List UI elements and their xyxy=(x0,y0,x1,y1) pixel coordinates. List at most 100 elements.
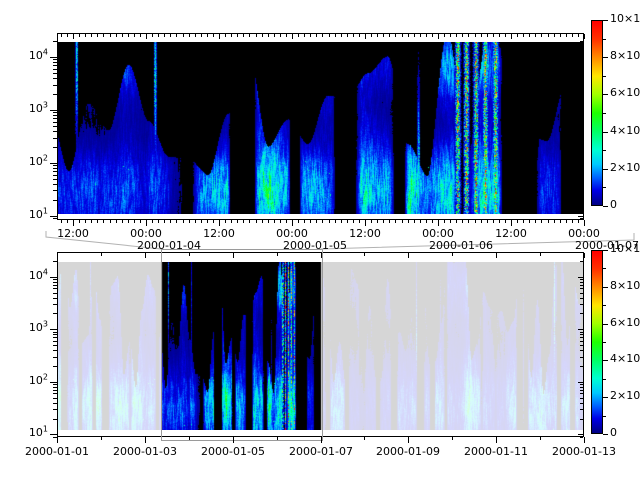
detail-x-minor-tick-top xyxy=(523,34,524,37)
context-y-minor-tick xyxy=(53,332,57,333)
detail-x-minor-tick xyxy=(535,220,536,223)
context-y-minor-tick xyxy=(53,437,57,438)
detail-y-minor-tick xyxy=(53,69,57,70)
detail-y-minor-tick xyxy=(53,59,57,60)
detail-y-minor-tick xyxy=(53,78,57,79)
context-y-minor-tick xyxy=(53,298,57,299)
detail-x-minor-tick xyxy=(158,220,159,223)
context-y-minor-tick-right xyxy=(580,332,583,333)
detail-x-minor-tick-top xyxy=(395,34,396,37)
detail-x-minor-tick-top xyxy=(359,34,360,37)
detail-x-minor-tick xyxy=(97,220,98,223)
detail-x-minor-tick xyxy=(523,220,524,223)
detail-x-minor-tick-top xyxy=(97,34,98,37)
context-y-minor-tick xyxy=(53,419,57,420)
detail-y-major-tick xyxy=(50,216,57,217)
context-x-major-tick-top xyxy=(145,253,146,258)
context-y-minor-tick-right xyxy=(580,285,583,286)
detail-x-minor-tick xyxy=(286,220,287,223)
detail-x-minor-tick-top xyxy=(237,34,238,37)
context-x-major-tick xyxy=(408,437,409,443)
detail-y-minor-tick xyxy=(53,94,57,95)
detail-x-minor-tick-top xyxy=(432,34,433,37)
detail-y-minor-tick xyxy=(53,171,57,172)
context-y-minor-tick-right xyxy=(580,409,583,410)
detail-colorbar-tick-label: 6×107 xyxy=(610,86,640,99)
detail-x-minor-tick xyxy=(176,220,177,223)
context-colorbar-minor-tick xyxy=(603,379,606,380)
context-y-minor-tick-right xyxy=(580,313,583,314)
detail-x-minor-tick-top xyxy=(183,34,184,37)
context-y-minor-tick-right xyxy=(580,282,583,283)
detail-x-minor-tick-top xyxy=(535,34,536,37)
detail-y-minor-tick xyxy=(53,168,57,169)
detail-y-minor-tick-right xyxy=(580,184,583,185)
detail-x-minor-tick xyxy=(383,220,384,223)
detail-y-minor-tick-right xyxy=(580,73,583,74)
context-y-major-tick-right xyxy=(578,329,583,330)
detail-y-minor-tick-right xyxy=(580,171,583,172)
detail-x-minor-tick xyxy=(371,220,372,223)
detail-x-minor-tick xyxy=(560,220,561,223)
context-x-major-tick-top xyxy=(496,253,497,258)
context-y-minor-tick xyxy=(53,285,57,286)
detail-y-minor-tick-right xyxy=(580,69,583,70)
context-y-minor-tick xyxy=(53,350,57,351)
detail-x-major-tick-top xyxy=(365,34,366,39)
context-x-major-tick-top xyxy=(233,253,234,258)
detail-x-minor-tick xyxy=(432,220,433,223)
detail-x-minor-tick-top xyxy=(61,34,62,37)
detail-x-minor-tick-top xyxy=(481,34,482,37)
detail-x-minor-tick-top xyxy=(85,34,86,37)
context-x-tick-label: 2000-01-01 xyxy=(25,445,89,458)
detail-x-minor-tick-top xyxy=(152,34,153,37)
detail-x-minor-tick xyxy=(140,220,141,223)
context-x-major-tick-top xyxy=(408,253,409,258)
detail-x-minor-tick xyxy=(304,220,305,223)
context-y-major-tick xyxy=(50,434,57,435)
detail-colorbar-minor-tick xyxy=(603,187,606,188)
exponent: 3 xyxy=(43,319,48,328)
detail-x-major-tick xyxy=(146,220,147,226)
detail-x-minor-tick xyxy=(85,220,86,223)
detail-y-minor-tick xyxy=(53,73,57,74)
context-y-minor-tick-right xyxy=(580,337,583,338)
detail-x-minor-tick xyxy=(195,220,196,223)
context-colorbar-tick-label: 8×107 xyxy=(610,279,640,292)
detail-x-minor-tick xyxy=(517,220,518,223)
context-colorbar-minor-tick xyxy=(603,268,606,269)
detail-x-minor-tick xyxy=(79,220,80,223)
detail-y-minor-tick xyxy=(53,115,57,116)
detail-x-minor-tick xyxy=(183,220,184,223)
context-y-minor-tick-right xyxy=(580,334,583,335)
detail-x-minor-tick-top xyxy=(256,34,257,37)
detail-x-minor-tick-top xyxy=(335,34,336,37)
context-y-major-tick xyxy=(50,382,57,383)
detail-x-minor-tick xyxy=(249,220,250,223)
detail-x-minor-tick xyxy=(225,220,226,223)
detail-y-minor-tick-right xyxy=(580,59,583,60)
detail-x-minor-tick xyxy=(359,220,360,223)
detail-x-minor-tick-top xyxy=(304,34,305,37)
detail-x-minor-tick-top xyxy=(170,34,171,37)
detail-colorbar-major-tick xyxy=(603,169,608,170)
context-y-minor-tick-right xyxy=(580,350,583,351)
detail-x-major-tick-top xyxy=(511,34,512,39)
zoom-selection-box[interactable] xyxy=(161,249,323,441)
detail-x-minor-tick xyxy=(280,220,281,223)
detail-x-major-tick-top xyxy=(73,34,74,39)
detail-x-minor-tick-top xyxy=(231,34,232,37)
detail-y-minor-tick xyxy=(53,62,57,63)
detail-x-minor-tick-top xyxy=(79,34,80,37)
detail-x-minor-tick xyxy=(128,220,129,223)
context-y-minor-tick-right xyxy=(580,357,583,358)
detail-x-minor-tick xyxy=(103,220,104,223)
detail-x-minor-tick-top xyxy=(560,34,561,37)
context-x-tick-label: 2000-01-11 xyxy=(464,445,528,458)
context-y-minor-tick xyxy=(53,384,57,385)
detail-y-minor-tick-right xyxy=(580,179,583,180)
detail-x-minor-tick-top xyxy=(383,34,384,37)
detail-y-minor-tick xyxy=(53,122,57,123)
detail-y-minor-tick-right xyxy=(580,165,583,166)
exponent: 2 xyxy=(43,153,48,162)
